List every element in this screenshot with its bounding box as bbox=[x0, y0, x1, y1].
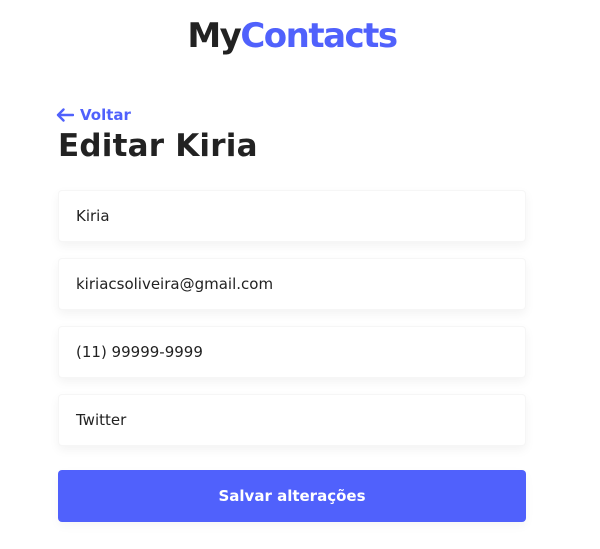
back-link[interactable]: Voltar bbox=[56, 104, 131, 126]
back-link-label: Voltar bbox=[80, 106, 131, 124]
arrow-left-icon bbox=[56, 108, 74, 122]
email-input[interactable] bbox=[59, 259, 525, 309]
logo-my: My bbox=[187, 16, 242, 56]
app-logo: MyContacts bbox=[0, 14, 584, 58]
edit-contact-page: MyContacts Voltar Editar Kiria Twitter S… bbox=[0, 0, 600, 549]
contact-form: Twitter bbox=[58, 190, 526, 462]
save-changes-button[interactable]: Salvar alterações bbox=[58, 470, 526, 522]
phone-input[interactable] bbox=[59, 327, 525, 377]
phone-field-wrapper bbox=[58, 326, 526, 378]
category-select[interactable]: Twitter bbox=[59, 395, 525, 445]
category-field-wrapper: Twitter bbox=[58, 394, 526, 446]
name-input[interactable] bbox=[59, 191, 525, 241]
logo-contacts: Contacts bbox=[240, 16, 398, 56]
page-title: Editar Kiria bbox=[58, 128, 258, 164]
email-field-wrapper bbox=[58, 258, 526, 310]
name-field-wrapper bbox=[58, 190, 526, 242]
